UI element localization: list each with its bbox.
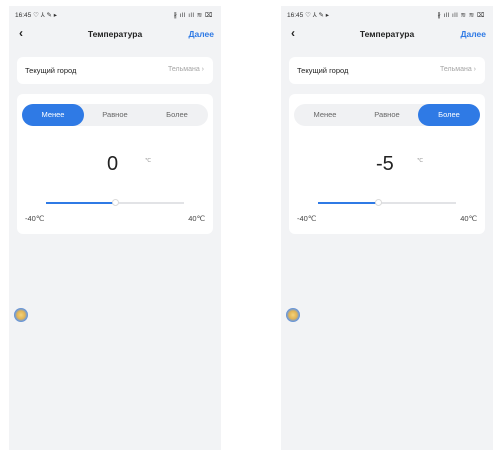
floating-assistant-icon[interactable] [286,308,300,322]
tab-equal[interactable]: Равное [356,104,418,126]
slider-thumb[interactable] [111,199,119,206]
temperature-value-row: 0 ℃ [17,152,213,176]
status-time: 16:45 ♡ ⅄ ✎ ▸ [15,12,57,19]
status-icons: ∦ ıll ıll ≋ ≋ ⌧ [437,12,485,19]
nav-bar: ‹ Температура Далее [9,24,221,44]
status-bar: 16:45 ♡ ⅄ ✎ ▸ ∦ ıll ıll ≋ ≋ ⌧ [281,6,493,22]
tab-more[interactable]: Более [146,104,208,126]
slider-fill [318,202,379,204]
current-city-row[interactable]: Текущий город Тельмана › [289,57,485,84]
tab-less[interactable]: Менее [294,104,356,126]
current-city-label: Текущий город [25,66,77,75]
temperature-card: Менее Равное Более -5 ℃ -40℃ 40℃ [289,94,485,234]
temperature-slider[interactable] [318,199,456,206]
phone-screen-2: 16:45 ♡ ⅄ ✎ ▸ ∦ ıll ıll ≋ ≋ ⌧ ‹ Температ… [281,6,493,450]
temperature-slider[interactable] [46,199,184,206]
tab-more[interactable]: Более [417,104,480,126]
temperature-unit: ℃ [145,158,152,164]
nav-bar: ‹ Температура Далее [281,24,493,44]
temperature-unit: ℃ [417,158,424,164]
slider-max-label: 40℃ [188,214,205,223]
slider-fill [46,202,115,204]
comparison-segmented-control: Менее Равное Более [22,104,208,126]
slider-max-label: 40℃ [460,214,477,223]
next-button[interactable]: Далее [460,29,486,39]
current-city-label: Текущий город [297,66,349,75]
slider-min-label: -40℃ [297,214,317,223]
slider-min-label: -40℃ [25,214,45,223]
current-city-row[interactable]: Текущий город Тельмана › [17,57,213,84]
temperature-value-row: -5 ℃ [289,152,485,176]
temperature-card: Менее Равное Более 0 ℃ -40℃ 40℃ [17,94,213,234]
slider-thumb[interactable] [374,199,382,206]
tab-equal[interactable]: Равное [84,104,146,126]
temperature-value: 0 [107,153,119,175]
status-time: 16:45 ♡ ⅄ ✎ ▸ [287,12,329,19]
status-icons: ∦ ıll ıll ≋ ⌧ [173,12,213,19]
current-city-value: Тельмана › [167,66,204,73]
comparison-segmented-control: Менее Равное Более [294,104,480,126]
temperature-value: -5 [376,153,394,175]
status-bar: 16:45 ♡ ⅄ ✎ ▸ ∦ ıll ıll ≋ ⌧ [9,6,221,22]
next-button[interactable]: Далее [188,29,214,39]
phone-screen-1: 16:45 ♡ ⅄ ✎ ▸ ∦ ıll ıll ≋ ⌧ ‹ Температур… [9,6,221,450]
floating-assistant-icon[interactable] [14,308,28,322]
current-city-value: Тельмана › [439,66,476,73]
tab-less[interactable]: Менее [22,104,84,126]
